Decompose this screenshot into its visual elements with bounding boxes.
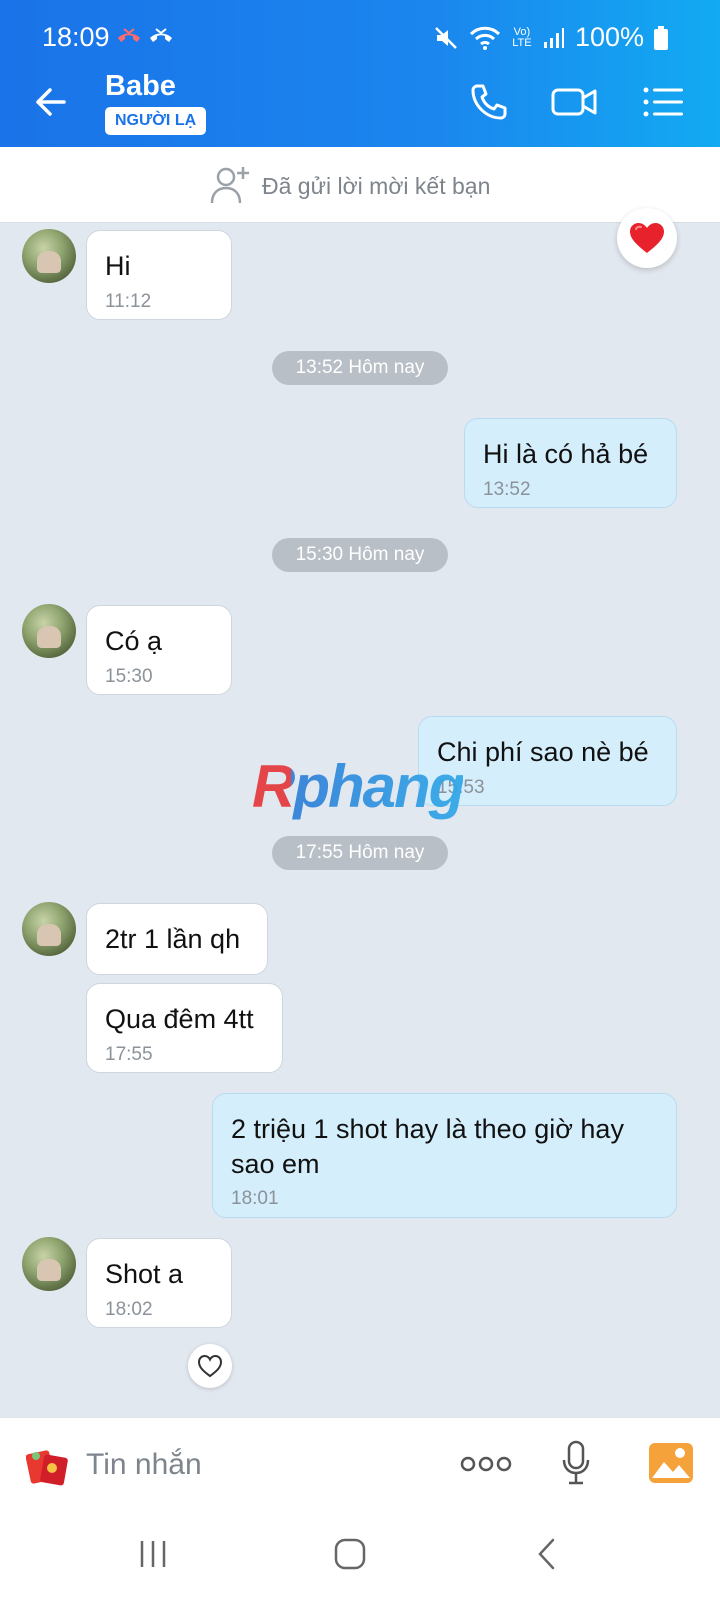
message-bubble-in[interactable]: Qua đêm 4tt 17:55	[86, 983, 283, 1073]
home-icon[interactable]	[333, 1537, 367, 1571]
mic-icon[interactable]	[561, 1440, 591, 1486]
avatar[interactable]	[22, 1237, 76, 1291]
avatar[interactable]	[22, 902, 76, 956]
missed-call-icon-2	[150, 28, 172, 42]
message-text: Có ạ	[105, 626, 163, 656]
recent-apps-icon[interactable]	[138, 1537, 168, 1571]
system-nav-bar	[0, 1517, 720, 1600]
message-bubble-in[interactable]: 2tr 1 lần qh	[86, 903, 268, 975]
nav-back-icon[interactable]	[535, 1537, 559, 1571]
react-button[interactable]	[188, 1344, 232, 1388]
message-text: Hi	[105, 251, 131, 281]
message-composer: Tin nhắn	[0, 1417, 720, 1517]
contact-name[interactable]: Babe	[105, 70, 176, 103]
heart-outline-icon	[197, 1354, 223, 1378]
message-bubble-out[interactable]: Hi là có hả bé 13:52	[464, 418, 677, 508]
top-bar: 18:09 Vo) LTE 100% Babe NGƯỜI LẠ	[0, 0, 720, 147]
message-time: 11:12	[105, 291, 152, 312]
mute-icon	[435, 26, 457, 49]
message-bubble-in[interactable]: Có ạ 15:30	[86, 605, 232, 695]
message-text: 2 triệu 1 shot hay là theo giờ hay sao e…	[231, 1114, 624, 1179]
message-time: 13:52	[483, 479, 531, 500]
battery-icon	[654, 25, 668, 50]
message-text: Chi phí sao nè bé	[437, 737, 649, 767]
add-friend-icon	[210, 167, 249, 204]
watermark-logo: Rphang	[252, 753, 465, 820]
message-bubble-out[interactable]: 2 triệu 1 shot hay là theo giờ hay sao e…	[212, 1093, 677, 1218]
heart-icon	[630, 223, 664, 253]
message-input[interactable]: Tin nhắn	[86, 1448, 202, 1482]
battery-percent: 100%	[574, 22, 644, 52]
message-text: Shot a	[105, 1259, 184, 1289]
message-time: 18:01	[231, 1188, 279, 1209]
message-time: 18:02	[105, 1299, 153, 1320]
status-bar: 18:09 Vo) LTE 100%	[0, 0, 720, 56]
image-icon[interactable]	[648, 1442, 694, 1484]
avatar[interactable]	[22, 229, 76, 283]
lte-indicator: Vo) LTE	[512, 25, 532, 49]
friend-request-bar[interactable]: Đã gửi lời mời kết bạn	[0, 147, 720, 223]
wifi-icon	[469, 26, 500, 50]
signal-icon	[543, 27, 564, 48]
status-time: 18:09	[42, 22, 110, 52]
missed-call-icon	[118, 28, 140, 42]
date-separator: 15:30 Hôm nay	[272, 538, 448, 572]
chat-header: Babe NGƯỜI LẠ	[0, 56, 720, 147]
video-call-icon[interactable]	[550, 78, 598, 126]
heart-reaction-button[interactable]	[617, 208, 677, 268]
message-time: 17:55	[105, 1044, 153, 1065]
friend-request-text: Đã gửi lời mời kết bạn	[262, 173, 491, 199]
message-bubble-in[interactable]: Shot a 18:02	[86, 1238, 232, 1328]
stranger-badge: NGƯỜI LẠ	[105, 107, 207, 135]
back-arrow-icon[interactable]	[30, 82, 70, 122]
sticker-icon[interactable]	[26, 1446, 68, 1488]
more-icon[interactable]	[460, 1454, 512, 1474]
date-separator: 13:52 Hôm nay	[272, 351, 448, 385]
menu-list-icon[interactable]	[640, 78, 688, 126]
date-separator: 17:55 Hôm nay	[272, 836, 448, 870]
message-text: Qua đêm 4tt	[105, 1004, 254, 1034]
phone-icon[interactable]	[465, 78, 513, 126]
message-text: Hi là có hả bé	[483, 439, 649, 469]
avatar[interactable]	[22, 604, 76, 658]
message-bubble-in[interactable]: Hi 11:12	[86, 230, 232, 320]
status-icons: Vo) LTE 100%	[433, 22, 668, 53]
message-time: 15:30	[105, 666, 153, 687]
message-text: 2tr 1 lần qh	[105, 924, 241, 954]
